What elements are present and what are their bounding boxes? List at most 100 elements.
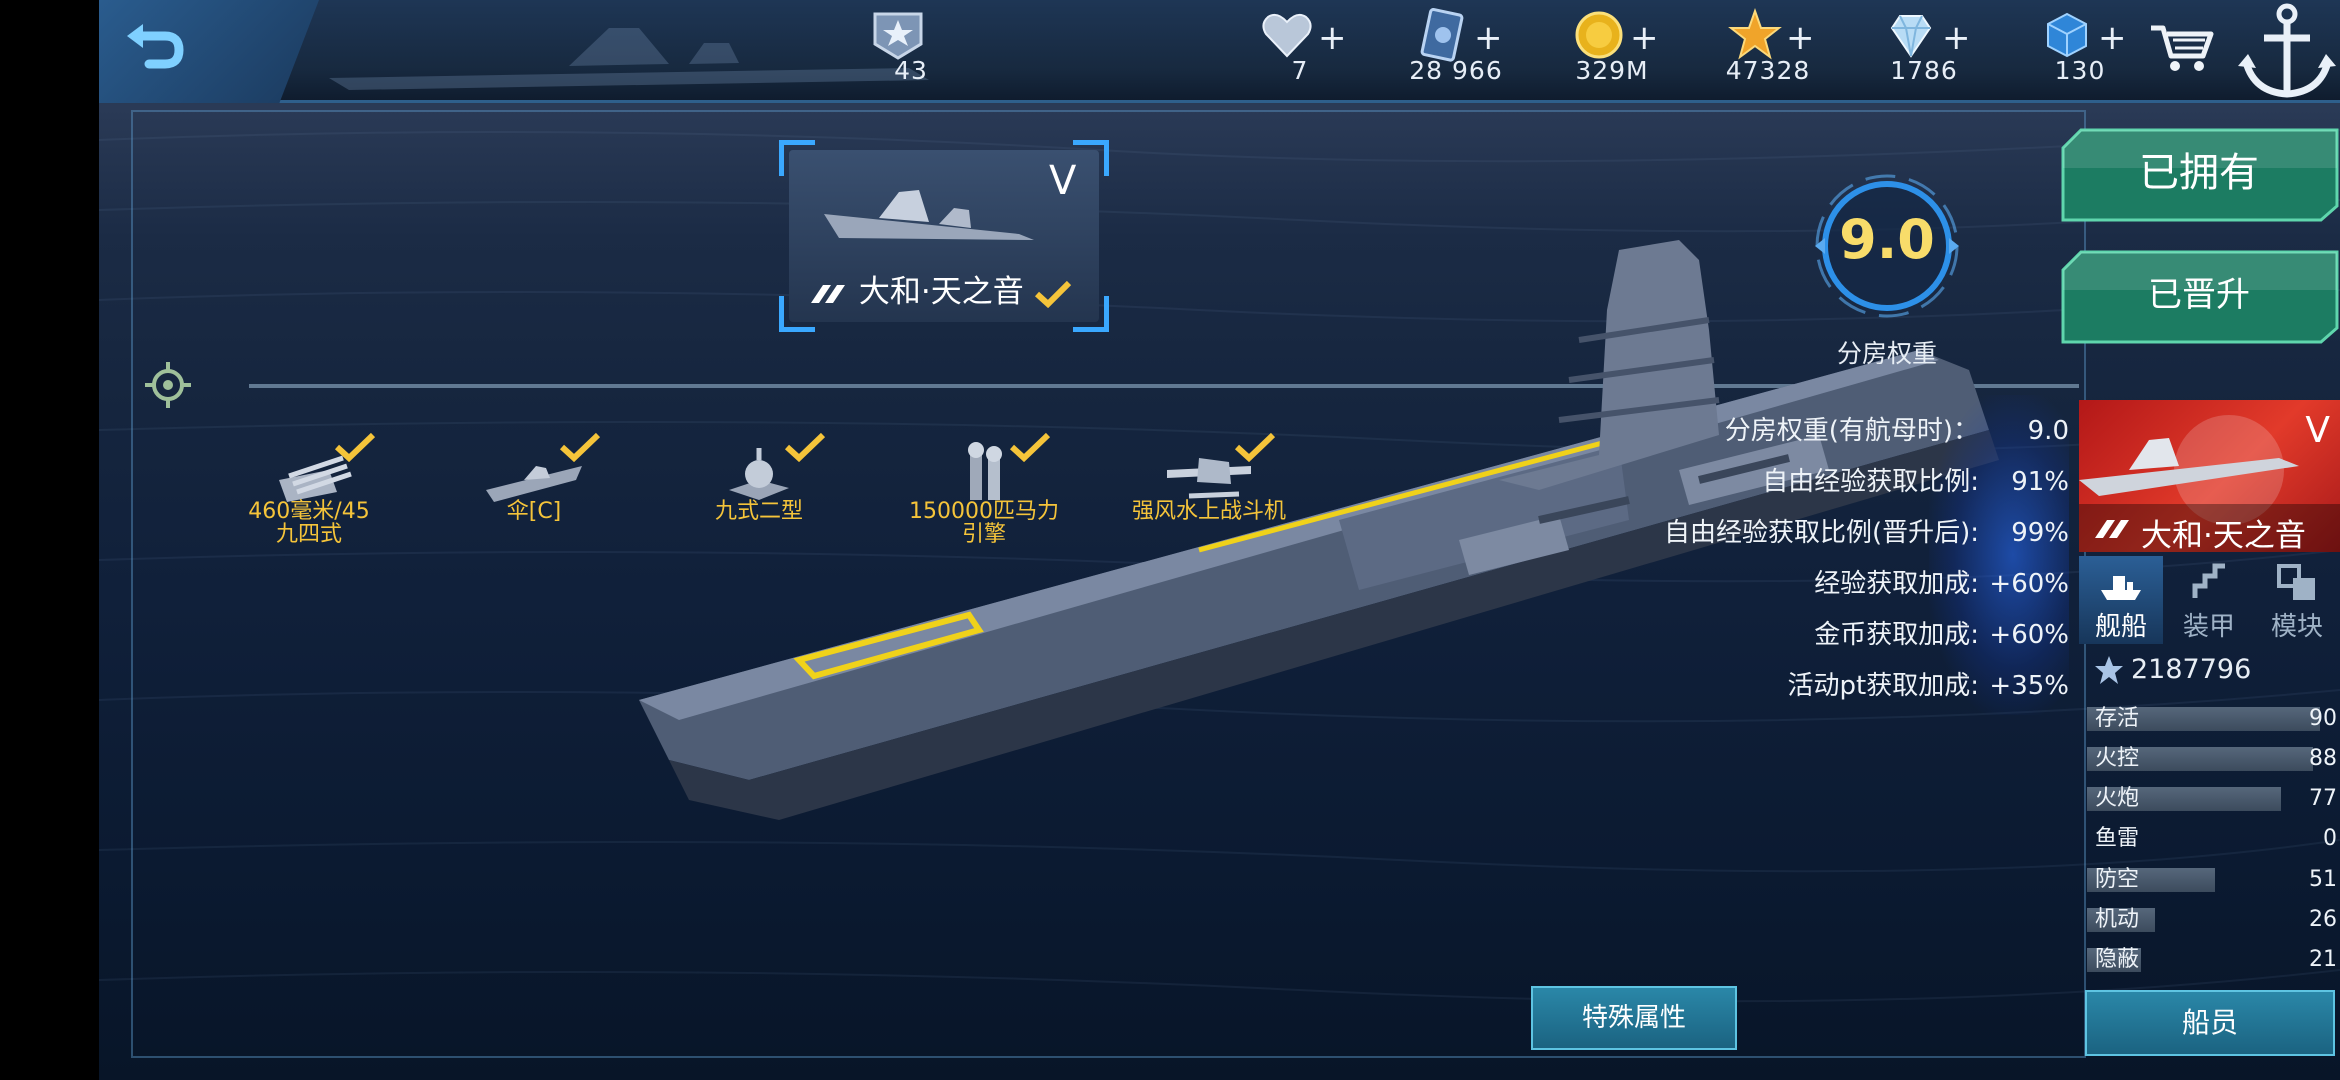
check-icon [1234,432,1276,462]
resource-cube[interactable]: + 130 [2010,4,2150,100]
portrait-name: 大和·天之音 [2141,518,2306,552]
resource-value: 7 [1291,56,1309,85]
attribute-label: 火炮 [2095,786,2140,811]
tab-ship[interactable]: 舰船 [2079,556,2163,644]
check-icon [559,432,601,462]
equipment-label: 460毫米/45 九四式 [248,499,370,547]
resource-star[interactable]: + 47328 [1698,4,1838,100]
equipment-label: 150000匹马力 引擎 [909,499,1059,547]
stat-key: 自由经验获取比例: [1762,467,1979,497]
attribute-value: 90 [2309,706,2337,731]
ship-portrait[interactable]: V 大和·天之音 [2079,400,2340,552]
attribute-label: 存活 [2095,706,2140,731]
tab-armor[interactable]: 装甲 [2167,556,2251,644]
equipment-slot-seaplane[interactable]: 强风水上战斗机 [1114,432,1304,560]
equipment-slot-gun[interactable]: 460毫米/45 九四式 [214,432,404,560]
selected-ship-card[interactable]: V 大和·天之音 [779,140,1109,332]
check-icon [1009,432,1051,462]
resource-value: 1786 [1890,56,1958,85]
attribute-row: 防空 51 [2087,866,2337,894]
attribute-row: 隐蔽 21 [2087,946,2337,974]
check-icon [1034,280,1071,308]
stat-value: 9.0 [2027,416,2069,446]
plus-icon[interactable]: + [1318,18,1347,58]
attribute-row: 火控 88 [2087,745,2337,773]
score-value: 2187796 [2131,654,2252,685]
attribute-value: 51 [2309,867,2337,892]
check-icon [334,432,376,462]
crew-button[interactable]: 船员 [2085,990,2335,1056]
shopping-cart-icon[interactable] [2147,16,2217,76]
plus-icon[interactable]: + [1786,18,1815,58]
equipment-slot-engine[interactable]: 150000匹马力 引擎 [889,432,1079,560]
attribute-row: 火炮 77 [2087,785,2337,813]
stat-key: 分房权重(有航母时)： [1724,416,1979,446]
rating-label: 分房权重 [1836,339,1937,368]
owned-button[interactable]: 已拥有 [2059,128,2339,222]
card-icon [1420,8,1464,62]
plus-icon[interactable]: + [2098,18,2127,58]
cube-icon [2047,12,2087,58]
attribute-value: 88 [2309,746,2337,771]
stat-row: 自由经验获取比例(晋升后): 99% [1499,512,2069,552]
tab-label: 装甲 [2182,612,2235,642]
detail-tabs: 舰船 装甲 模块 [2079,556,2340,644]
stat-value: +60% [1989,569,2069,599]
attribute-row: 机动 26 [2087,906,2337,934]
resource-heart[interactable]: + 7 [1230,4,1370,100]
equipment-label: 伞[C] [506,499,562,524]
ship-class-icon [2095,520,2129,538]
top-bar: 43 + 7 + 28 966 + 329M + 47328 + 1786 + … [99,0,2340,103]
stat-value: +60% [1989,620,2069,650]
resource-value: 329M [1575,56,1649,85]
back-arrow-icon[interactable] [119,18,189,78]
stat-key: 经验获取加成: [1814,569,1979,599]
stat-row: 分房权重(有航母时)： 9.0 [1499,410,2069,450]
stat-value: 99% [2011,518,2069,548]
stat-row: 经验获取加成: +60% [1499,563,2069,603]
rating-value: 9.0 [1839,208,1935,271]
ship-tier: V [1049,158,1077,204]
attribute-label: 防空 [2095,867,2140,892]
card-corner [779,140,815,176]
equipment-slot-fire-control[interactable]: 九式二型 [664,432,854,560]
resource-diamond[interactable]: + 1786 [1854,4,1994,100]
ship-tab-icon [2101,576,2141,600]
plus-icon[interactable]: + [1474,18,1503,58]
rank-badge-icon [873,12,923,60]
equipment-label: 强风水上战斗机 [1131,499,1286,524]
resource-gold[interactable]: + 329M [1542,4,1682,100]
promoted-button[interactable]: 已晋升 [2059,250,2339,344]
portrait-tier: V [2305,410,2330,451]
star-icon [1728,8,1782,60]
attribute-value: 77 [2309,786,2337,811]
tab-label: 模块 [2270,612,2323,642]
ship-thumbnail [824,190,1034,240]
check-icon [784,432,826,462]
attribute-value: 26 [2309,907,2337,932]
attribute-label: 火控 [2095,746,2140,771]
rank-badge[interactable]: 43 [841,4,981,100]
ship-card-name: 大和·天之音 [809,266,1072,311]
stat-row: 金币获取加成: +60% [1499,614,2069,654]
plus-icon[interactable]: + [1630,18,1659,58]
attribute-value: 0 [2323,826,2337,851]
armor-tab-icon [2192,563,2225,598]
promoted-button-label: 已晋升 [2148,275,2250,315]
resource-value: 47328 [1725,56,1811,85]
stat-row: 活动pt获取加成: +35% [1499,665,2069,705]
game-scene: 43 + 7 + 28 966 + 329M + 47328 + 1786 + … [99,0,2340,1080]
attribute-value: 21 [2309,947,2337,972]
crosshair-icon[interactable] [145,362,191,408]
anchor-icon[interactable] [2234,0,2340,103]
stat-key: 自由经验获取比例(晋升后): [1663,518,1979,548]
gold-coin-icon [1575,11,1623,59]
tab-module[interactable]: 模块 [2255,556,2339,644]
special-attributes-button[interactable]: 特殊属性 [1531,986,1737,1050]
star-icon [2095,656,2123,684]
equipment-slot-hull[interactable]: 伞[C] [439,432,629,560]
plus-icon[interactable]: + [1942,18,1971,58]
card-corner [1073,296,1109,332]
resource-card[interactable]: + 28 966 [1386,4,1526,100]
stat-row: 自由经验获取比例: 91% [1499,461,2069,501]
